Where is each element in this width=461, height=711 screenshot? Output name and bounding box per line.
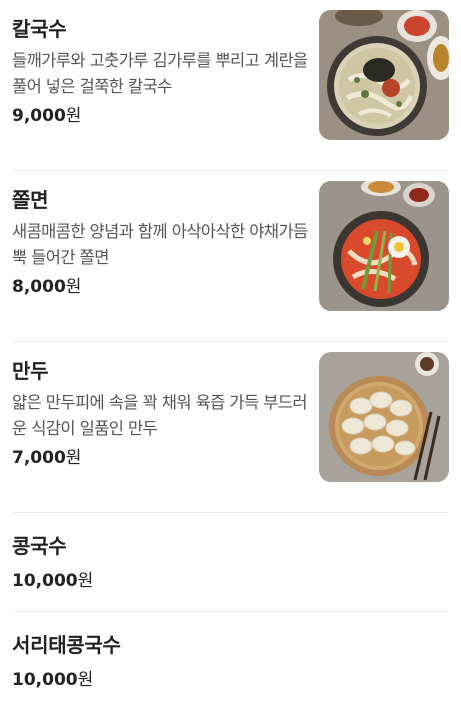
kalguksu-photo-illustration	[319, 10, 449, 140]
menu-item-name: 서리태콩국수	[12, 633, 121, 657]
menu-item-kalguksu[interactable]: 칼국수 들깨가루와 고춧가루 김가루를 뿌리고 계란을 풀어 넣은 걸쭉한 칼국…	[12, 0, 449, 171]
menu-item-price: 9,000원	[12, 104, 308, 128]
menu-item-price: 7,000원	[12, 446, 308, 470]
menu-item-description: 새콤매콤한 양념과 함께 아삭아삭한 야채가듬뿍 들어간 쫄면	[12, 222, 308, 267]
price-currency: 원	[65, 448, 82, 468]
price-currency: 원	[77, 571, 94, 591]
price-value: 7,000	[12, 448, 66, 468]
price-value: 9,000	[12, 106, 66, 126]
menu-item-name: 콩국수	[12, 534, 67, 558]
menu-list: 칼국수 들깨가루와 고춧가루 김가루를 뿌리고 계란을 풀어 넣은 걸쭉한 칼국…	[0, 0, 461, 711]
price-currency: 원	[65, 277, 82, 297]
menu-item-text: 칼국수 들깨가루와 고춧가루 김가루를 뿌리고 계란을 풀어 넣은 걸쭉한 칼국…	[12, 14, 308, 128]
menu-item-description: 들깨가루와 고춧가루 김가루를 뿌리고 계란을 풀어 넣은 걸쭉한 칼국수	[12, 51, 308, 96]
price-value: 10,000	[12, 670, 78, 690]
menu-item-description: 얇은 만두피에 속을 꽉 채워 육즙 가득 부드러운 식감이 일품인 만두	[12, 393, 308, 438]
menu-item-jjolmyeon[interactable]: 쫄면 새콤매콤한 양념과 함께 아삭아삭한 야채가듬뿍 들어간 쫄면 8,000…	[12, 171, 449, 342]
mandu-photo[interactable]	[319, 352, 449, 482]
menu-item-name: 쫄면	[12, 188, 49, 212]
menu-item-price: 8,000원	[12, 275, 308, 299]
menu-item-text: 만두 얇은 만두피에 속을 꽉 채워 육즙 가득 부드러운 식감이 일품인 만두…	[12, 356, 308, 470]
price-value: 8,000	[12, 277, 66, 297]
jjolmyeon-photo-illustration	[319, 181, 449, 311]
menu-item-name: 칼국수	[12, 17, 67, 41]
menu-item-price: 10,000원	[12, 668, 308, 692]
mandu-photo-illustration	[319, 352, 449, 482]
menu-item-mandu[interactable]: 만두 얇은 만두피에 속을 꽉 채워 육즙 가득 부드러운 식감이 일품인 만두…	[12, 342, 449, 513]
menu-item-text: 쫄면 새콤매콤한 양념과 함께 아삭아삭한 야채가듬뿍 들어간 쫄면 8,000…	[12, 185, 308, 299]
menu-item-price: 10,000원	[12, 569, 308, 593]
menu-item-name: 만두	[12, 359, 49, 383]
price-currency: 원	[77, 670, 94, 690]
jjolmyeon-photo[interactable]	[319, 181, 449, 311]
menu-item-kongguksu[interactable]: 콩국수 10,000원	[12, 513, 449, 612]
menu-item-text: 콩국수 10,000원	[12, 531, 308, 593]
menu-item-seoritae-kongguksu[interactable]: 서리태콩국수 10,000원	[12, 612, 449, 711]
price-currency: 원	[65, 106, 82, 126]
kalguksu-photo[interactable]	[319, 10, 449, 140]
price-value: 10,000	[12, 571, 78, 591]
menu-item-text: 서리태콩국수 10,000원	[12, 630, 308, 692]
